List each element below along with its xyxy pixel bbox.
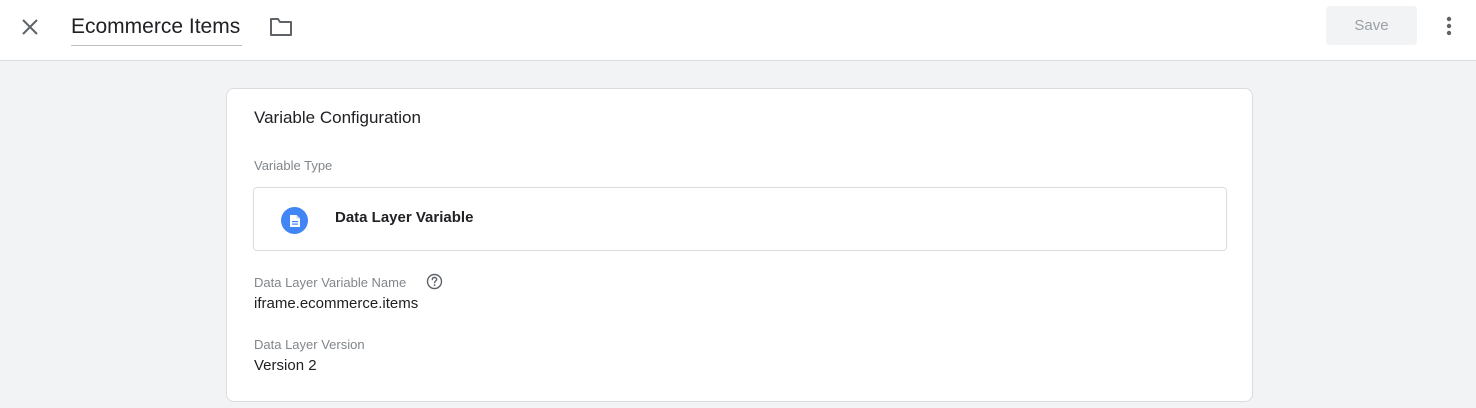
data-layer-version-value: Version 2 bbox=[254, 357, 317, 374]
variable-type-name: Data Layer Variable bbox=[335, 209, 474, 226]
folder-icon bbox=[270, 18, 292, 36]
type-icon-badge bbox=[281, 207, 308, 234]
document-icon bbox=[289, 214, 300, 227]
data-layer-version-label: Data Layer Version bbox=[254, 337, 365, 352]
variable-configuration-card: Variable Configuration Variable Type Dat… bbox=[226, 88, 1253, 402]
variable-type-selector[interactable]: Data Layer Variable bbox=[253, 187, 1227, 251]
variable-name-value: iframe.ecommerce.items bbox=[254, 295, 419, 312]
close-icon bbox=[22, 19, 38, 35]
save-button[interactable]: Save bbox=[1326, 6, 1417, 45]
section-title: Variable Configuration bbox=[254, 108, 421, 127]
variable-name-field[interactable]: Ecommerce Items bbox=[71, 12, 243, 46]
close-button[interactable] bbox=[14, 11, 46, 43]
variable-title[interactable]: Ecommerce Items bbox=[71, 12, 240, 42]
more-vert-icon bbox=[1446, 16, 1452, 36]
top-bar: Ecommerce Items Save bbox=[0, 0, 1476, 61]
variable-type-label: Variable Type bbox=[254, 158, 333, 173]
help-icon[interactable] bbox=[426, 273, 443, 290]
folder-button[interactable] bbox=[266, 12, 296, 42]
variable-name-label: Data Layer Variable Name bbox=[254, 275, 407, 290]
more-options-button[interactable] bbox=[1436, 10, 1462, 42]
